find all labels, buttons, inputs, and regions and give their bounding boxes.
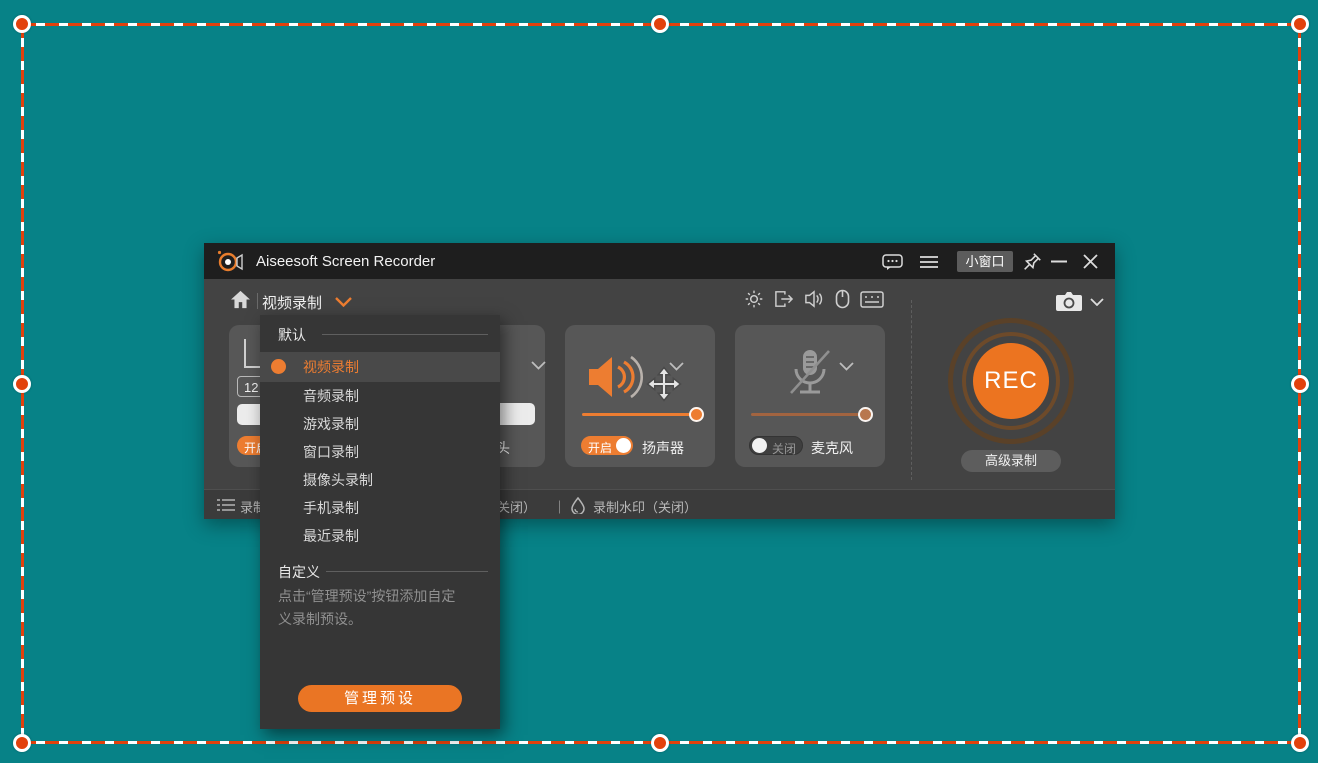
small-window-button[interactable]: 小窗口 [957,251,1013,272]
rec-button[interactable]: REC [973,343,1049,419]
section-divider [911,300,912,480]
speaker-volume-slider[interactable] [582,413,700,416]
microphone-card: 关闭 麦克风 [735,325,885,467]
snapshot-chevron-down-icon[interactable] [1090,298,1104,306]
menu-item-webcam-record[interactable]: 摄像头录制 [260,466,500,494]
advanced-record-button[interactable]: 高级录制 [961,450,1061,472]
record-history-icon[interactable] [217,498,235,512]
sound-check-icon[interactable] [804,290,824,308]
selection-handle-bottom-left[interactable] [13,734,31,752]
section-divider-line [322,334,488,335]
speaker-card: 开启 扬声器 [565,325,715,467]
output-folder-icon[interactable] [774,290,794,308]
speaker-volume-handle[interactable] [689,407,704,422]
section-divider-line [326,571,488,572]
home-icon[interactable] [230,290,251,309]
speaker-icon[interactable] [587,351,647,403]
selection-handle-top-left[interactable] [13,15,31,33]
dropdown-section-default: 默认 [278,325,306,345]
move-cursor-icon [646,366,682,402]
microphone-label: 麦克风 [811,438,853,458]
menu-item-window-record[interactable]: 窗口录制 [260,438,500,466]
watermark-drop-icon[interactable] [570,497,586,514]
mouse-icon[interactable] [835,289,850,309]
watermark-label[interactable]: 录制水印（关闭） [593,497,697,516]
selection-handle-mid-left[interactable] [13,375,31,393]
microphone-volume-slider[interactable] [751,413,869,416]
settings-gear-icon[interactable] [744,289,764,309]
selection-handle-bottom-right[interactable] [1291,734,1309,752]
snapshot-camera-icon[interactable] [1056,291,1082,312]
microphone-toggle[interactable]: 关闭 [749,436,803,455]
microphone-chevron-down-icon[interactable] [839,362,854,371]
selection-handle-top-right[interactable] [1291,15,1309,33]
menu-item-audio-record[interactable]: 音频录制 [260,382,500,410]
selected-dot-icon [271,359,286,374]
window-title: Aiseesoft Screen Recorder [256,253,435,270]
selection-handle-mid-right[interactable] [1291,375,1309,393]
manage-presets-button[interactable]: 管理预设 [298,685,462,712]
microphone-muted-icon[interactable] [787,347,833,403]
speaker-label: 扬声器 [642,438,684,458]
mode-chevron-down-icon[interactable] [335,297,352,307]
custom-preset-hint: 点击“管理预设”按钮添加自定义录制预设。 [278,585,463,631]
minimize-icon[interactable] [1051,260,1067,263]
bottom-bar-separator: ｜ [553,497,566,516]
mode-selector-label[interactable]: 视频录制 [262,292,322,313]
app-logo-icon [216,249,246,273]
menu-item-game-record[interactable]: 游戏录制 [260,410,500,438]
titlebar[interactable]: Aiseesoft Screen Recorder 小窗口 [204,243,1115,279]
speaker-toggle[interactable]: 开启 [581,436,633,455]
webcam-chevron-down-icon[interactable] [531,361,546,370]
pin-icon[interactable] [1021,251,1043,273]
feedback-icon[interactable] [882,254,903,271]
selection-handle-bottom-center[interactable] [651,734,669,752]
menu-item-recent-record[interactable]: 最近录制 [260,522,500,550]
menu-item-video-record[interactable]: 视频录制 [260,352,500,382]
dropdown-section-custom: 自定义 [278,562,320,582]
menu-icon[interactable] [919,255,939,269]
mode-dropdown-menu: 默认 视频录制 音频录制 游戏录制 窗口录制 摄像头录制 手机录制 最近录制 自… [260,315,500,729]
keyboard-icon[interactable] [860,291,884,308]
close-icon[interactable] [1083,254,1098,269]
menu-item-phone-record[interactable]: 手机录制 [260,494,500,522]
selection-handle-top-center[interactable] [651,15,669,33]
nav-divider [257,293,258,309]
microphone-volume-handle[interactable] [858,407,873,422]
